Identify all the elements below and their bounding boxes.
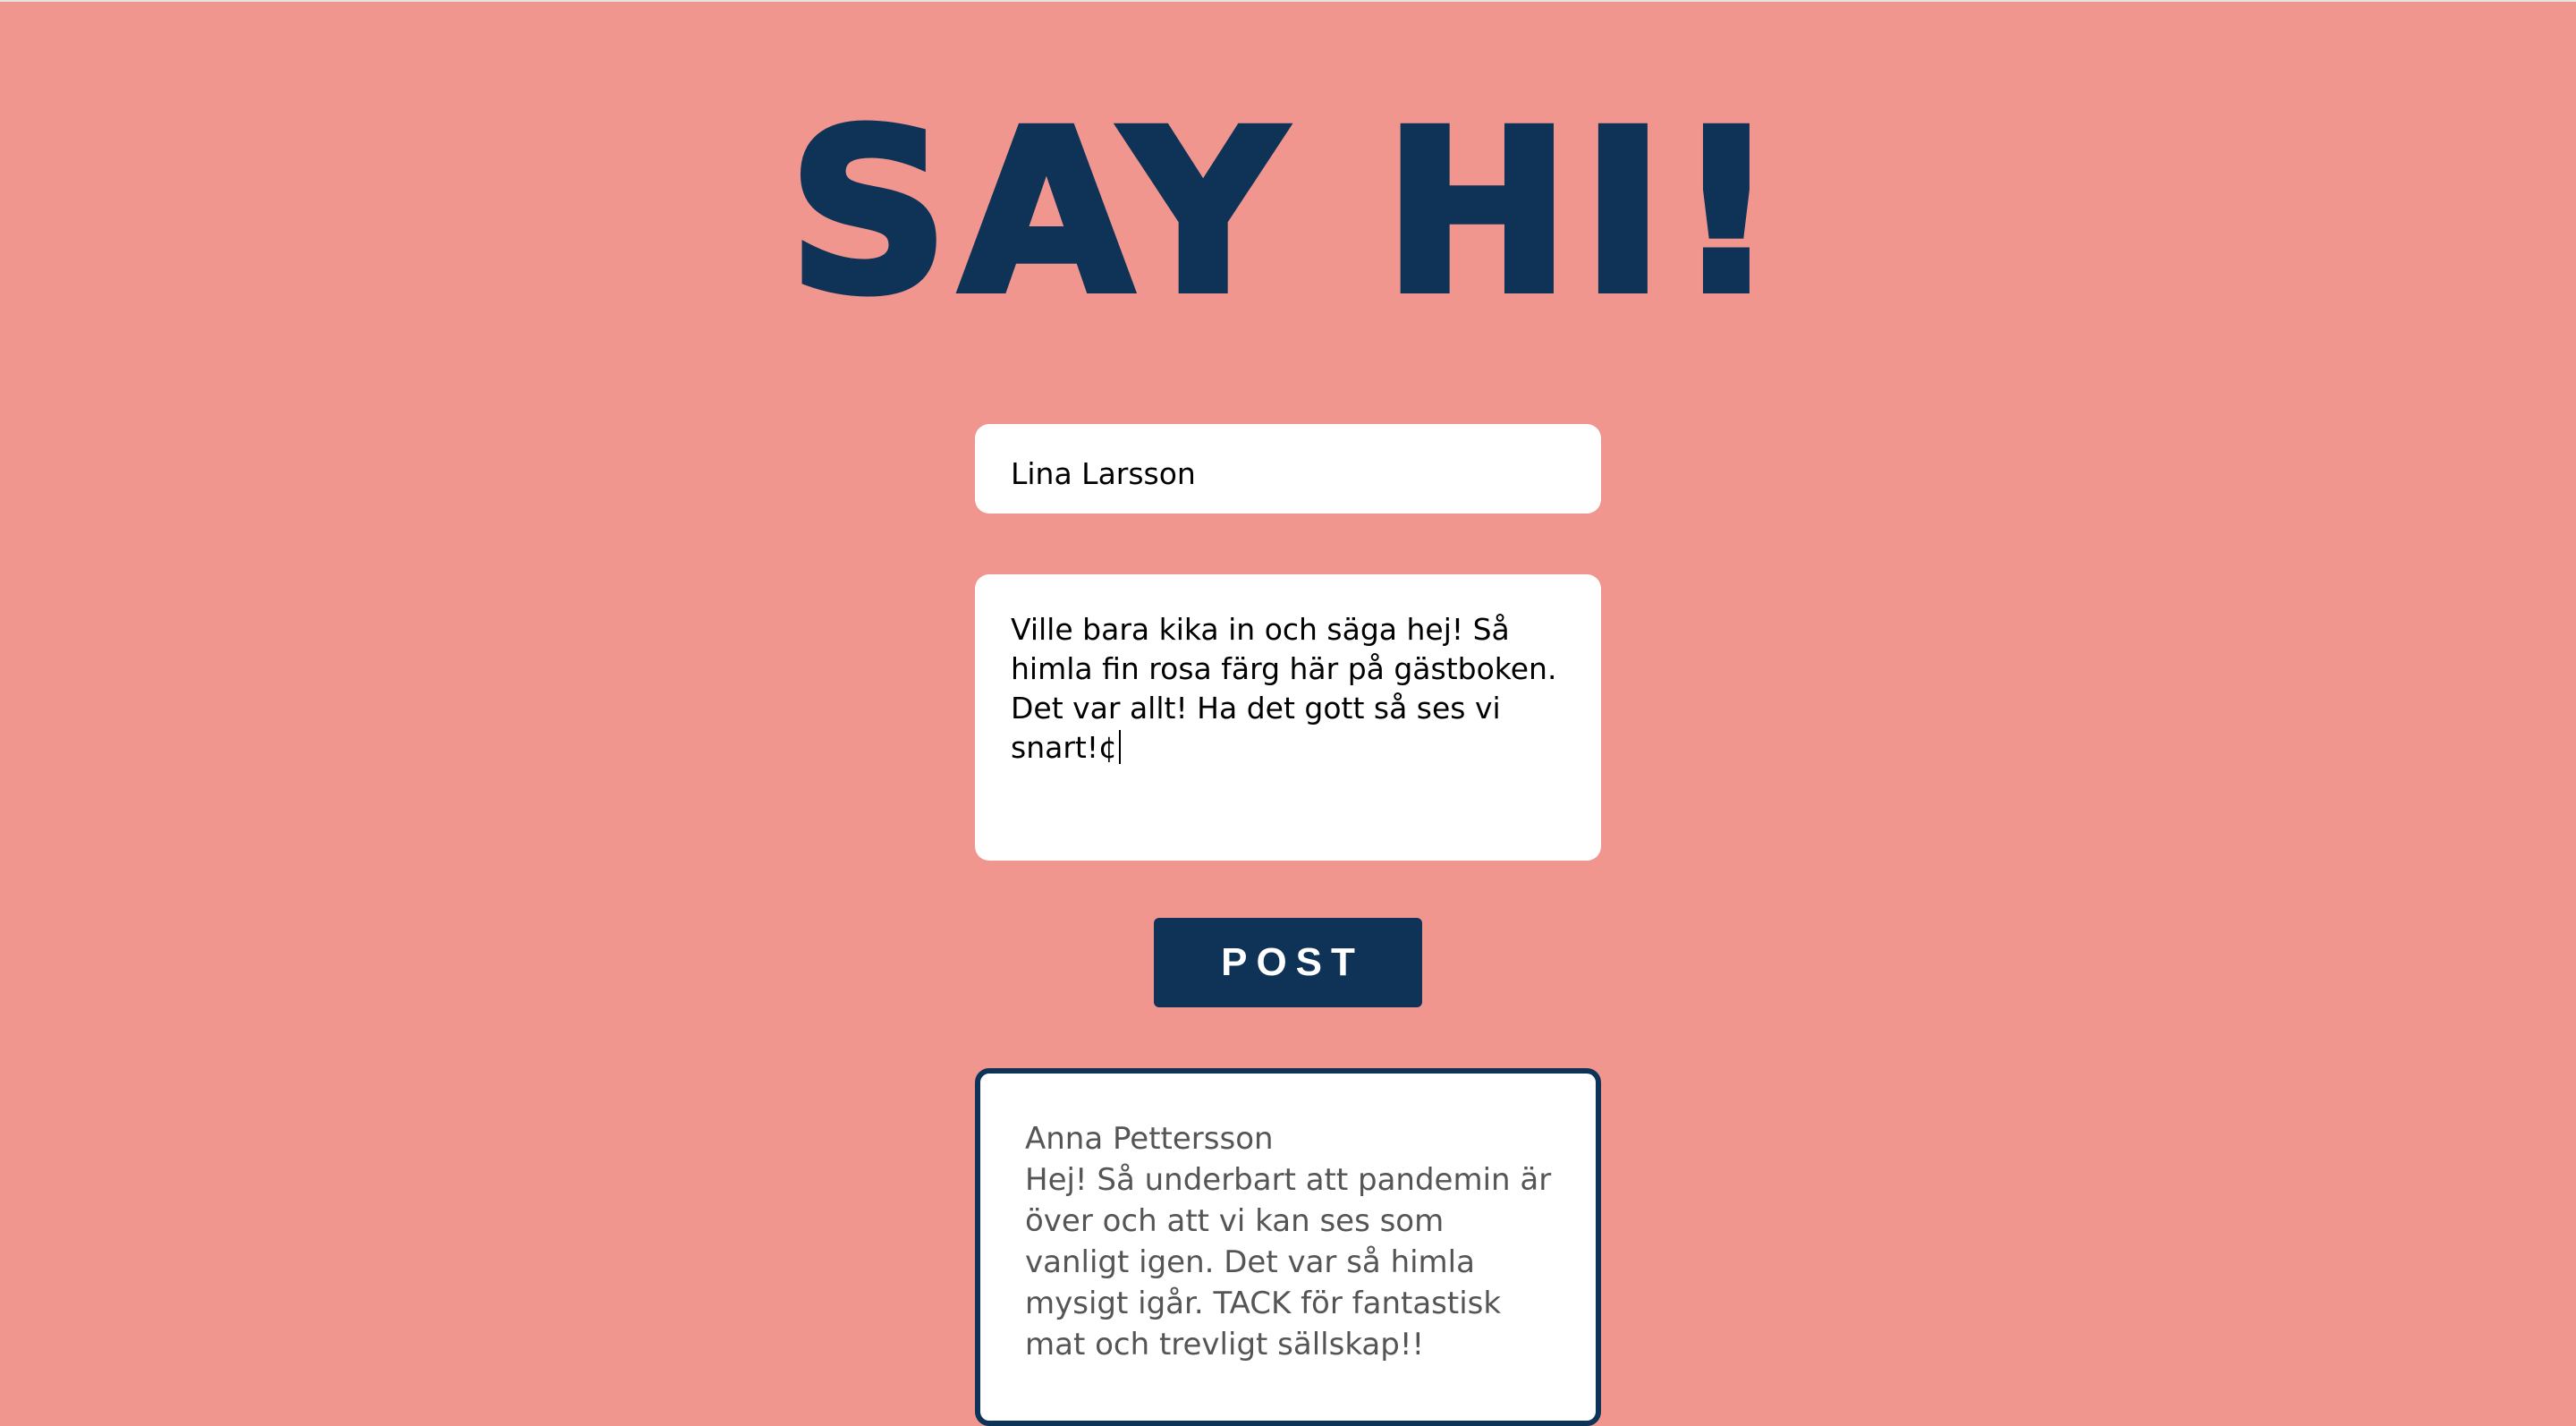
post-button[interactable]: POST — [1154, 918, 1422, 1007]
guestbook-page: SAY HI! Lina Larsson Ville bara kika in … — [0, 0, 2576, 1426]
page-title: SAY HI! — [784, 82, 1788, 343]
name-input[interactable]: Lina Larsson — [975, 424, 1601, 514]
entry-message: Hej! Så underbart att pandemin är över o… — [1025, 1162, 1552, 1362]
message-textarea[interactable]: Ville bara kika in och säga hej! Så himl… — [975, 574, 1601, 861]
text-cursor — [1119, 730, 1122, 764]
entry-author: Anna Pettersson — [1025, 1121, 1274, 1157]
message-text: Ville bara kika in och säga hej! Så himl… — [1011, 612, 1557, 765]
guestbook-entry-card: Anna Pettersson Hej! Så underbart att pa… — [975, 1068, 1601, 1426]
